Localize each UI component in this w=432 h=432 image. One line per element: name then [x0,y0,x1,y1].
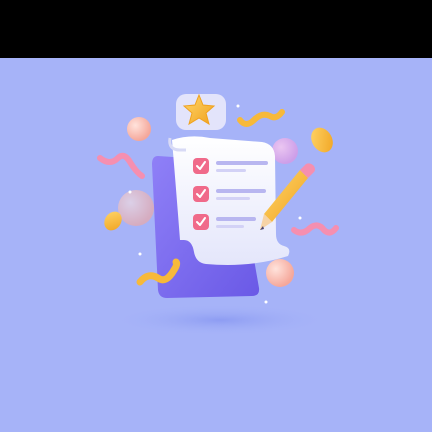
item-line [216,225,244,228]
sparkle-dot [264,300,268,304]
illustration-scene [0,58,432,432]
checklist-illustration [97,93,339,336]
squiggle-gold-top [237,109,285,127]
item-line [216,189,266,193]
sparkle-dot [138,252,142,256]
ground-shadow [110,304,330,336]
top-black-band [0,0,432,58]
coin-icon [311,127,333,153]
squiggle-pink-left [97,152,145,179]
sphere-left [118,190,154,226]
item-line [216,217,256,221]
star-badge [176,93,226,130]
sparkle-dot [128,190,132,194]
sphere-bottom-right [266,259,294,287]
squiggle-pink-right [291,222,339,236]
sparkle-dot [298,216,302,220]
sphere-top-left [127,117,151,141]
item-line [216,169,246,172]
sphere-right [272,138,298,164]
sparkle-dot [236,104,240,108]
item-line [216,197,250,200]
item-line [216,161,268,165]
